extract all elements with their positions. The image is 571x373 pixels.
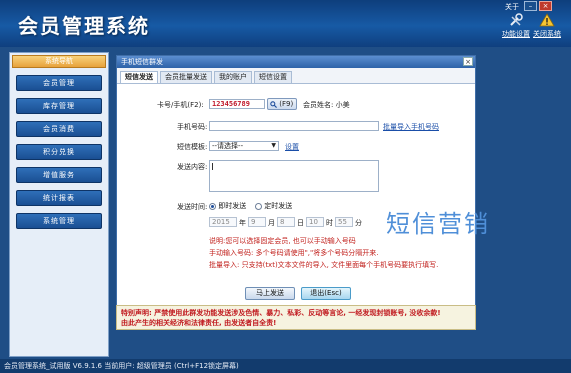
template-label: 短信模板: <box>177 143 208 151</box>
sidebar-heading: 系统导航 <box>12 55 106 68</box>
disclaimer-line: 特别声明: 严禁使用此群发功能发送涉及色情、暴力、私彩、反动等言论, 一经发现封… <box>121 309 441 317</box>
sidebar-item-reports[interactable]: 统计报表 <box>16 190 102 206</box>
send-time-label: 发送时间: <box>177 203 208 211</box>
dialog-titlebar: 手机短信群发 × <box>117 56 475 68</box>
day-field[interactable]: 8 <box>277 217 295 227</box>
usage-notes: 说明:您可以选择固定会员, 也可以手动输入号码 手动输入号码: 多个号码请使用"… <box>209 235 438 271</box>
content-textarea[interactable] <box>209 160 379 192</box>
app-header: 会员管理系统 关于 – × 功能设置 关闭系统 <box>0 0 571 47</box>
window-controls: – × <box>524 1 552 11</box>
year-field[interactable]: 2015 <box>209 217 237 227</box>
hour-field[interactable]: 10 <box>306 217 324 227</box>
sms-dialog: 手机短信群发 × 短信发送 会员批量发送 我的账户 短信设置 卡号/手机(F2)… <box>116 55 476 330</box>
minute-field[interactable]: 55 <box>335 217 353 227</box>
tab-sms-settings[interactable]: 短信设置 <box>254 71 292 83</box>
watermark-text: 短信营销 <box>386 210 490 238</box>
send-now-option[interactable]: 即时发送 <box>209 201 246 211</box>
dialog-close-button[interactable]: × <box>463 57 473 66</box>
template-settings-link[interactable]: 设置 <box>285 142 299 152</box>
note-line: 手动输入号码: 多个号码请使用","将多个号码分隔开来. <box>209 249 379 257</box>
sidebar-item-system-management[interactable]: 系统管理 <box>16 213 102 229</box>
sidebar: 系统导航 会员管理 库存管理 会员消费 积分兑换 增值服务 统计报表 系统管理 <box>9 52 109 357</box>
warning-icon <box>539 13 555 27</box>
day-unit: 日 <box>297 219 304 227</box>
status-bar: 会员管理系统_试用版 V6.9.1.6 当前用户: 超级管理员 (Ctrl+F1… <box>0 359 571 373</box>
lookup-f9-button[interactable]: (F9) <box>267 98 297 110</box>
minute-unit: 分 <box>355 219 362 227</box>
tab-my-account[interactable]: 我的账户 <box>214 71 252 83</box>
tab-send-sms[interactable]: 短信发送 <box>120 71 158 83</box>
chevron-down-icon: ▼ <box>271 142 276 149</box>
text-cursor <box>212 163 213 170</box>
search-icon <box>270 100 277 108</box>
hour-unit: 时 <box>326 219 333 227</box>
minimize-button[interactable]: – <box>524 1 537 11</box>
template-select[interactable]: --请选择-- ▼ <box>209 141 279 151</box>
send-scheduled-option[interactable]: 定时发送 <box>255 201 292 211</box>
card-label: 卡号/手机(F2): <box>157 101 204 109</box>
content-label: 发送内容: <box>177 163 208 171</box>
f9-label: (F9) <box>279 100 294 108</box>
batch-import-link[interactable]: 批量导入手机号码 <box>383 122 439 132</box>
month-unit: 月 <box>268 219 275 227</box>
sms-form: 卡号/手机(F2): 123456789 (F9) 会员姓名: 小美 手机号码:… <box>117 84 475 309</box>
exit-system-label: 关闭系统 <box>533 30 561 38</box>
member-name: 会员姓名: 小美 <box>303 101 350 109</box>
sidebar-item-member-management[interactable]: 会员管理 <box>16 75 102 91</box>
dialog-title: 手机短信群发 <box>121 58 163 66</box>
app-title: 会员管理系统 <box>18 14 150 38</box>
card-input[interactable]: 123456789 <box>209 99 265 109</box>
tools-icon <box>510 13 523 26</box>
sidebar-item-member-consumption[interactable]: 会员消费 <box>16 121 102 137</box>
settings-tool-label: 功能设置 <box>502 30 530 38</box>
sidebar-item-value-added[interactable]: 增值服务 <box>16 167 102 183</box>
template-value: --请选择-- <box>212 142 244 150</box>
tab-batch-send[interactable]: 会员批量发送 <box>160 71 212 83</box>
phone-input[interactable] <box>209 121 379 131</box>
dialog-tabs: 短信发送 会员批量发送 我的账户 短信设置 <box>117 68 475 84</box>
month-field[interactable]: 9 <box>248 217 266 227</box>
note-line: 批量导入: 只支持(txt)文本文件的导入, 文件里面每个手机号码要执行填写. <box>209 261 439 269</box>
close-window-button[interactable]: × <box>539 1 552 11</box>
exit-button[interactable]: 退出(Esc) <box>301 287 351 300</box>
sidebar-item-inventory[interactable]: 库存管理 <box>16 98 102 114</box>
exit-system-button[interactable]: 关闭系统 <box>527 13 567 39</box>
send-now-label: 即时发送 <box>218 202 247 210</box>
disclaimer-line: 由此产生的相关经济和法律责任, 由发送者自全责! <box>121 319 277 327</box>
card-value: 123456789 <box>212 100 250 108</box>
send-scheduled-label: 定时发送 <box>264 202 293 210</box>
sidebar-item-points-exchange[interactable]: 积分兑换 <box>16 144 102 160</box>
year-unit: 年 <box>239 219 246 227</box>
send-scheduled-radio[interactable] <box>255 202 262 210</box>
send-now-button[interactable]: 马上发送 <box>245 287 295 300</box>
send-now-radio[interactable] <box>209 202 216 210</box>
phone-label: 手机号码: <box>177 123 208 131</box>
disclaimer-box: 特别声明: 严禁使用此群发功能发送涉及色情、暴力、私彩、反动等言论, 一经发现封… <box>116 305 476 330</box>
about-link[interactable]: 关于 <box>505 2 519 12</box>
